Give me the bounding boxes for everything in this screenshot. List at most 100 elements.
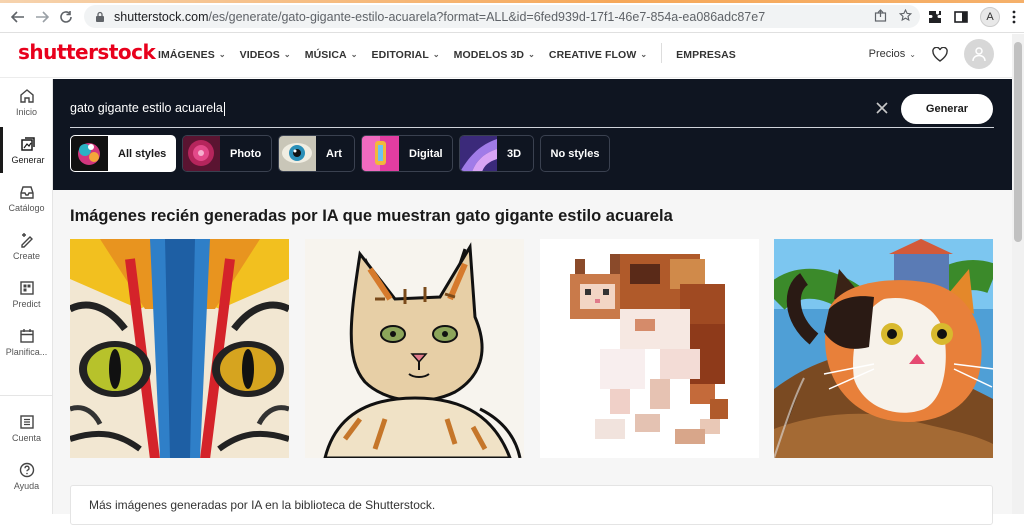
main-nav: IMÁGENES ⌄ VIDEOS ⌄ MÚSICA ⌄ EDITORIAL ⌄ MOD… (158, 43, 736, 63)
nav-divider (661, 43, 663, 63)
sidebar-item-predict[interactable]: Predict (0, 271, 53, 317)
browser-menu-icon[interactable] (1012, 10, 1016, 24)
clear-prompt-button[interactable] (876, 98, 888, 119)
reload-icon (60, 11, 72, 23)
scrollbar-thumb[interactable] (1014, 42, 1022, 242)
forward-button[interactable] (30, 5, 54, 29)
side-panel-icon[interactable] (954, 10, 968, 24)
style-3d[interactable]: 3D (459, 135, 534, 172)
create-icon (20, 232, 33, 248)
close-icon (876, 102, 888, 114)
style-label: Digital (409, 147, 443, 160)
heart-icon[interactable] (932, 46, 948, 62)
generate-panel: gato gigante estilo acuarela Generar All… (53, 79, 1012, 190)
prompt-underline (70, 127, 994, 128)
prompt-input[interactable]: gato gigante estilo acuarela (70, 101, 225, 116)
extensions-icon[interactable] (928, 10, 942, 24)
help-icon (19, 462, 34, 477)
profile-avatar[interactable]: A (980, 7, 1000, 27)
nav-creative-flow[interactable]: CREATIVE FLOW ⌄ (549, 46, 647, 63)
style-none[interactable]: No styles (540, 135, 610, 172)
sidebar-item-planner[interactable]: Planifica... (0, 319, 53, 365)
nav-enterprise[interactable]: EMPRESAS (676, 46, 736, 63)
sidebar-item-account[interactable]: Cuenta (0, 405, 53, 451)
sidebar-item-help[interactable]: Ayuda (0, 453, 53, 499)
sidebar-item-generate[interactable]: Generar (0, 127, 53, 173)
style-digital[interactable]: Digital (361, 135, 453, 172)
address-bar[interactable]: shutterstock.com/es/generate/gato-gigant… (84, 5, 920, 28)
home-icon (19, 88, 34, 103)
pricing-label: Precios (868, 48, 906, 60)
info-text: Más imágenes generadas por IA en la bibl… (89, 498, 436, 512)
sidebar-item-create[interactable]: Create (0, 223, 53, 269)
chevron-down-icon: ⌄ (218, 50, 226, 59)
chevron-down-icon: ⌄ (350, 50, 358, 59)
generated-image[interactable] (305, 239, 524, 458)
results-heading: Imágenes recién generadas por IA que mue… (70, 207, 673, 225)
chevron-down-icon: ⌄ (528, 50, 535, 59)
style-label: Art (326, 147, 342, 160)
nav-music[interactable]: MÚSICA ⌄ (305, 46, 358, 63)
left-sidebar: Inicio Generar Catálogo Create Predict P… (0, 79, 53, 514)
style-label: No styles (550, 147, 600, 160)
style-all[interactable]: All styles (70, 135, 176, 172)
sidebar-item-home[interactable]: Inicio (0, 79, 53, 125)
reload-button[interactable] (54, 5, 78, 29)
nav-label: CREATIVE FLOW (548, 48, 637, 61)
url-domain: shutterstock.com (114, 9, 209, 24)
nav-label: MODELOS 3D (453, 48, 525, 61)
generated-image[interactable] (540, 239, 759, 458)
sidebar-divider (0, 395, 53, 396)
account-icon (19, 414, 34, 429)
generated-image[interactable] (774, 239, 993, 458)
style-label: Photo (230, 147, 262, 160)
chevron-down-icon: ⌄ (283, 50, 291, 59)
nav-images[interactable]: IMÁGENES ⌄ (158, 46, 226, 63)
browser-tab-accent (0, 0, 1024, 3)
nav-label: VIDEOS (239, 48, 280, 61)
style-thumbnail (362, 136, 399, 171)
site-header: shutterstock IMÁGENES ⌄ VIDEOS ⌄ MÚSICA ⌄ E… (0, 34, 1012, 78)
style-art[interactable]: Art (278, 135, 355, 172)
generated-image-content (70, 239, 289, 458)
generated-image[interactable] (70, 239, 289, 458)
generate-icon (21, 136, 35, 151)
generated-image-content (774, 239, 993, 458)
shutterstock-logo[interactable]: shutterstock (18, 40, 156, 64)
nav-3d-models[interactable]: MODELOS 3D ⌄ (454, 46, 535, 63)
generate-button[interactable]: Generar (901, 94, 993, 124)
sidebar-item-catalog[interactable]: Catálogo (0, 175, 53, 221)
nav-label: IMÁGENES (158, 48, 215, 61)
catalog-icon (19, 185, 34, 199)
sidebar-item-label: Catálogo (8, 202, 45, 213)
style-photo[interactable]: Photo (182, 135, 272, 172)
chevron-down-icon: ⌄ (909, 49, 916, 59)
style-thumbnail (460, 136, 497, 171)
sidebar-item-label: Planifica... (5, 346, 48, 357)
style-label: All styles (118, 147, 167, 160)
url-path: /es/generate/gato-gigante-estilo-acuarel… (208, 9, 766, 24)
sidebar-item-label: Predict (12, 298, 41, 309)
page-scrollbar[interactable] (1012, 34, 1024, 514)
user-avatar[interactable] (964, 39, 994, 69)
text-caret (223, 101, 225, 116)
nav-videos[interactable]: VIDEOS ⌄ (240, 46, 291, 63)
generated-image-content (305, 239, 524, 458)
lock-icon (96, 11, 104, 22)
arrow-right-icon (36, 11, 49, 23)
chevron-down-icon: ⌄ (640, 50, 648, 59)
arrow-left-icon (11, 11, 24, 23)
pricing-menu[interactable]: Precios ⌄ (869, 48, 916, 60)
info-card: Más imágenes generadas por IA en la bibl… (70, 485, 993, 525)
nav-editorial[interactable]: EDITORIAL ⌄ (372, 46, 440, 63)
back-button[interactable] (6, 5, 30, 29)
nav-label: EDITORIAL (371, 48, 429, 61)
nav-label: MÚSICA (304, 48, 347, 61)
style-thumbnail (279, 136, 316, 171)
chevron-down-icon: ⌄ (432, 50, 440, 59)
share-icon[interactable] (874, 9, 887, 22)
star-icon[interactable] (899, 9, 912, 22)
style-label: 3D (507, 147, 522, 160)
sidebar-item-label: Cuenta (11, 432, 42, 443)
user-icon (972, 47, 986, 62)
